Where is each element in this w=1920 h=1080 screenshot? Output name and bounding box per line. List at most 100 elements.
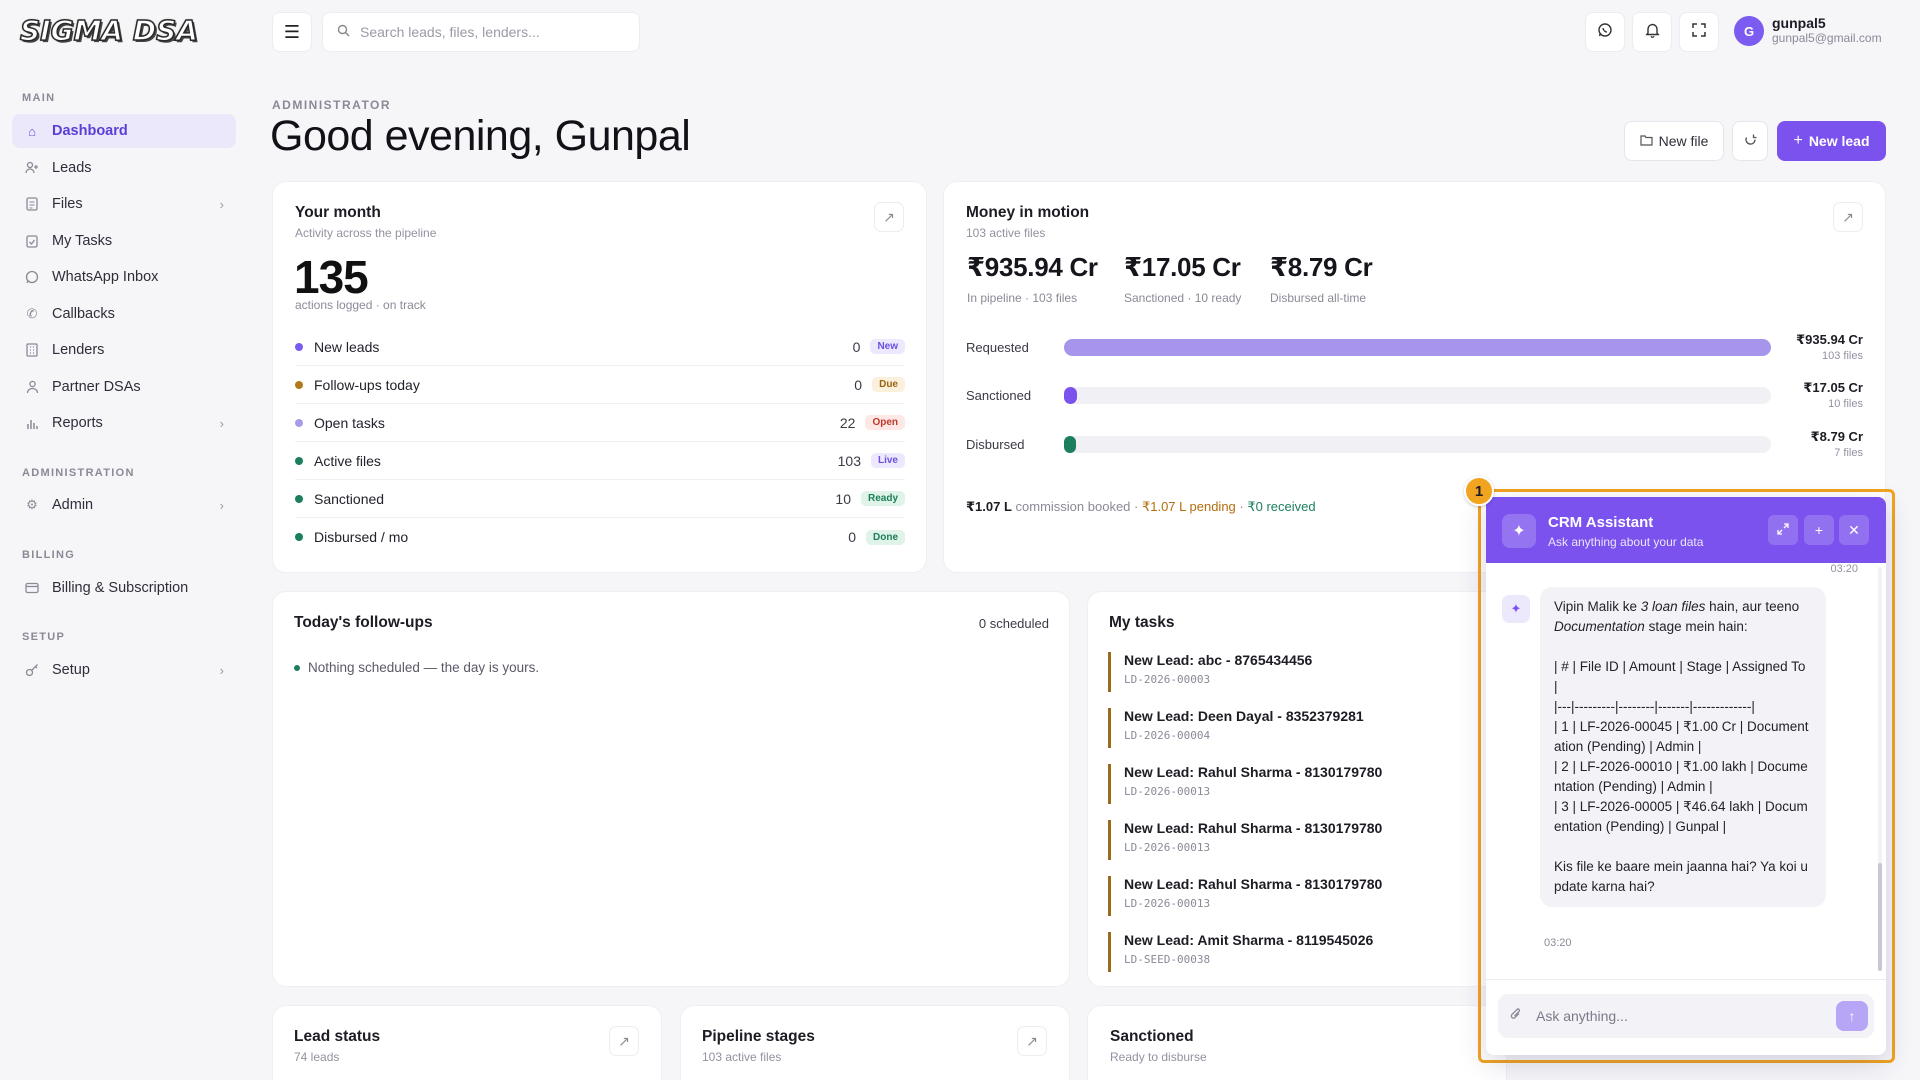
search-input[interactable] (360, 24, 620, 40)
paperclip-icon[interactable] (1510, 1007, 1522, 1026)
fullscreen-button[interactable] (1679, 12, 1719, 52)
money-value: ₹935.94 Cr (967, 252, 1098, 282)
avatar[interactable]: G (1734, 16, 1764, 46)
sidebar-item-dashboard[interactable]: ⌂ Dashboard (12, 114, 236, 148)
stat-label: Disbursed / mo (314, 529, 409, 545)
bar-fill (1064, 387, 1077, 404)
hamburger-icon: ☰ (283, 21, 301, 42)
task-item[interactable]: New Lead: Rahul Sharma - 8130179780 LD-20… (1108, 820, 1382, 860)
task-item[interactable]: New Lead: abc - 8765434456 LD-2026-00003 (1108, 652, 1312, 692)
chat-messages[interactable]: 03:20 ✦ Vipin Malik ke 3 loan files hain… (1486, 563, 1886, 979)
user-plus-icon (24, 160, 40, 176)
task-item[interactable]: New Lead: Deen Dayal - 8352379281 LD-2026… (1108, 708, 1364, 748)
send-button[interactable]: ↑ (1836, 1001, 1868, 1031)
user-name[interactable]: gunpal5 (1772, 15, 1826, 31)
sidebar-item-partner-dsas[interactable]: Partner DSAs (12, 370, 236, 404)
stat-row[interactable]: Disbursed / mo 0 Done (295, 518, 905, 556)
open-card-button[interactable]: ↗ (1017, 1026, 1047, 1056)
sidebar-item-label: Billing & Subscription (52, 580, 189, 596)
bar-track (1064, 436, 1771, 453)
new-file-button[interactable]: New file (1624, 121, 1724, 161)
task-item[interactable]: New Lead: Amit Sharma - 8119545026 LD-SEE… (1108, 932, 1373, 972)
crm-assistant-panel: ✦ CRM Assistant Ask anything about your … (1486, 497, 1886, 1055)
message-emphasis: Documentation (1554, 619, 1645, 634)
phone-icon: ✆ (26, 306, 38, 321)
card-subtitle: 103 active files (966, 226, 1046, 240)
sidebar-item-my-tasks[interactable]: My Tasks (12, 224, 236, 258)
task-title: New Lead: Deen Dayal - 8352379281 (1124, 708, 1364, 724)
user-icon (24, 379, 40, 395)
whatsapp-button[interactable] (1585, 12, 1625, 52)
refresh-button[interactable] (1732, 121, 1768, 161)
sidebar-item-admin[interactable]: ⚙ Admin › (12, 488, 236, 522)
annotation-marker: 1 (1464, 476, 1494, 506)
sidebar-item-billing[interactable]: Billing & Subscription (12, 571, 236, 605)
card-subtitle: Activity across the pipeline (295, 226, 437, 240)
commission-received: ₹0 received (1247, 499, 1316, 514)
sidebar-item-label: Dashboard (52, 123, 128, 139)
app-logo[interactable]: SIGMA DSA (19, 13, 198, 50)
task-id: LD-2026-00013 (1124, 841, 1211, 854)
bar-file-count: 7 files (1834, 447, 1863, 459)
task-item[interactable]: New Lead: Rahul Sharma - 8130179780 LD-20… (1108, 764, 1382, 804)
whatsapp-icon (1597, 22, 1613, 42)
sidebar-item-label: Lenders (52, 342, 105, 358)
sidebar-item-leads[interactable]: Leads (12, 151, 236, 185)
bar-amount-value: ₹17.05 Cr (1803, 380, 1863, 395)
chat-scrollbar-thumb[interactable] (1878, 863, 1882, 971)
stat-label: Sanctioned (314, 490, 385, 507)
status-dot (295, 342, 303, 351)
stat-label: New leads (314, 338, 380, 355)
status-badge: Done (866, 529, 905, 545)
chat-close-button[interactable]: ✕ (1839, 515, 1869, 545)
chat-new-button[interactable]: + (1804, 515, 1834, 545)
chat-expand-button[interactable] (1768, 515, 1798, 545)
building-icon (24, 342, 40, 358)
new-lead-button[interactable]: + New lead (1777, 121, 1886, 161)
nav-section-setup: SETUP (22, 631, 66, 643)
stat-row[interactable]: Follow-ups today 0 Due (295, 366, 905, 404)
status-dot (295, 494, 303, 503)
bar-file-count: 10 files (1828, 398, 1863, 410)
menu-toggle-button[interactable]: ☰ (272, 12, 312, 52)
notifications-button[interactable] (1632, 12, 1672, 52)
sidebar-item-label: Files (52, 196, 83, 212)
sidebar-item-lenders[interactable]: Lenders (12, 333, 236, 367)
chat-input-wrap[interactable]: ↑ (1498, 994, 1874, 1038)
sidebar-item-reports[interactable]: Reports › (12, 406, 236, 440)
arrow-up-icon: ↑ (1848, 1008, 1856, 1024)
sanctioned-card: Sanctioned Ready to disburse (1087, 1005, 1507, 1080)
task-id: LD-SEED-00038 (1124, 953, 1211, 966)
stat-row[interactable]: Sanctioned 10 Ready (295, 480, 905, 518)
money-label: In pipeline · 103 files (967, 291, 1078, 305)
stat-label: Follow-ups today (314, 376, 420, 393)
open-card-button[interactable]: ↗ (1833, 202, 1863, 232)
task-item[interactable]: New Lead: Rahul Sharma - 8130179780 LD-20… (1108, 876, 1382, 916)
card-subtitle: Ready to disburse (1110, 1050, 1207, 1064)
status-dot (294, 664, 300, 671)
page-title: Good evening, Gunpal (270, 112, 691, 160)
sidebar-item-setup[interactable]: Setup › (12, 653, 236, 687)
stat-row[interactable]: New leads 0 New (295, 328, 905, 366)
open-card-button[interactable]: ↗ (609, 1026, 639, 1056)
search-bar[interactable] (322, 12, 640, 52)
sidebar-item-whatsapp-inbox[interactable]: WhatsApp Inbox (12, 260, 236, 294)
stat-value: 10 (835, 490, 851, 507)
chat-header: ✦ CRM Assistant Ask anything about your … (1486, 497, 1886, 563)
sidebar-item-files[interactable]: Files › (12, 187, 236, 221)
bar-fill (1064, 339, 1771, 356)
card-title: Your month (295, 204, 381, 221)
stat-row[interactable]: Active files 103 Live (295, 442, 905, 480)
plus-icon: + (1793, 132, 1803, 149)
stat-row[interactable]: Open tasks 22 Open (295, 404, 905, 442)
chevron-right-icon: › (219, 415, 224, 431)
commission-sep: · (1235, 499, 1248, 514)
actions-count: 135 (294, 251, 369, 303)
status-dot (295, 418, 303, 427)
open-card-button[interactable]: ↗ (874, 202, 904, 232)
chat-input[interactable] (1536, 1008, 1816, 1024)
message-text: stage mein hain: (1644, 619, 1748, 634)
chat-subtitle: Ask anything about your data (1548, 535, 1704, 549)
sidebar-item-label: Callbacks (52, 306, 115, 322)
sidebar-item-callbacks[interactable]: ✆ Callbacks (12, 297, 236, 331)
